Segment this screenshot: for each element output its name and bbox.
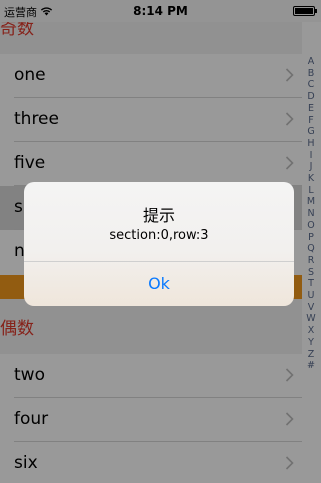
alert-dialog: 提示 section:0,row:3 Ok bbox=[24, 182, 294, 306]
alert-message: section:0,row:3 bbox=[109, 228, 209, 243]
ok-button[interactable]: Ok bbox=[24, 262, 294, 306]
alert-title: 提示 bbox=[142, 206, 175, 225]
screen: 运营商 8:14 PM 奇数 one three five s n 偶数 two… bbox=[0, 0, 321, 483]
